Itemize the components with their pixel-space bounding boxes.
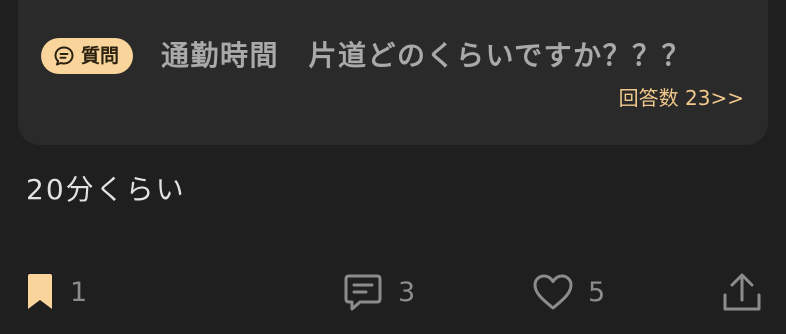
like-button[interactable]: 5 bbox=[532, 268, 605, 316]
chat-bubble-icon bbox=[53, 45, 75, 67]
answer-count-link[interactable]: 回答数 23>> bbox=[619, 84, 744, 112]
question-title[interactable]: 通勤時間 片道どのくらいですか？？？ bbox=[161, 36, 691, 76]
like-count: 5 bbox=[588, 276, 606, 308]
share-icon bbox=[721, 271, 763, 313]
answer-page: 質問 通勤時間 片道どのくらいですか？？？ 回答数 23>> 20分くらい 1 … bbox=[0, 0, 786, 334]
question-badge: 質問 bbox=[41, 38, 134, 74]
comment-button[interactable]: 3 bbox=[342, 268, 415, 316]
bookmark-count: 1 bbox=[70, 276, 88, 308]
heart-icon bbox=[532, 272, 574, 312]
question-badge-label: 質問 bbox=[81, 44, 120, 67]
comment-icon bbox=[342, 271, 384, 313]
answer-text: 20分くらい bbox=[26, 173, 186, 206]
bookmark-button[interactable]: 1 bbox=[24, 268, 87, 316]
share-button[interactable] bbox=[721, 268, 763, 316]
question-card[interactable]: 質問 通勤時間 片道どのくらいですか？？？ 回答数 23>> bbox=[18, 0, 768, 145]
bookmark-icon bbox=[24, 273, 56, 311]
comment-count: 3 bbox=[398, 276, 416, 308]
